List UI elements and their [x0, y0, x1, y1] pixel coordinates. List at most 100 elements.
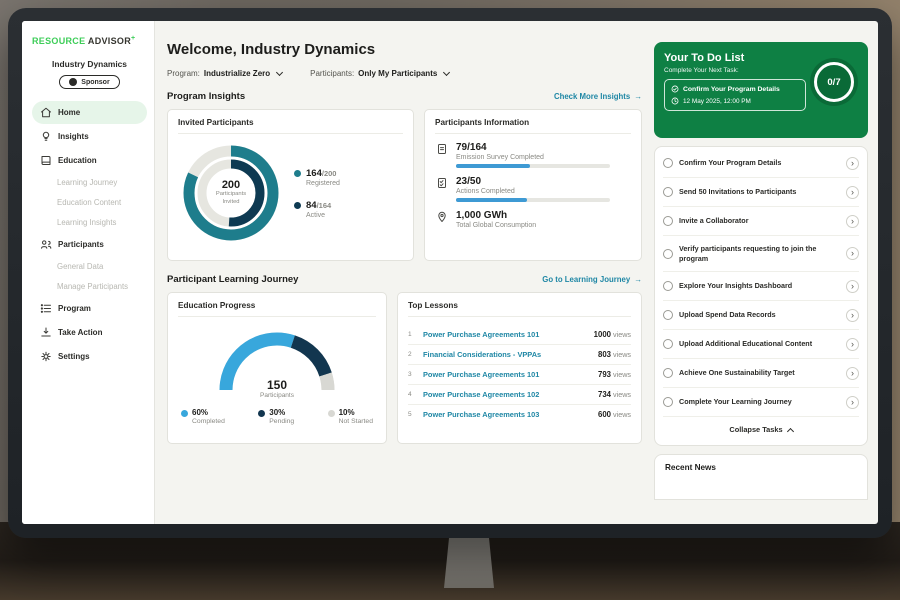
todo-task-6[interactable]: Upload Spend Data Records ›: [663, 301, 859, 330]
sidebar-item-label: Take Action: [58, 328, 102, 337]
todo-task-1[interactable]: Confirm Your Program Details ›: [663, 149, 859, 178]
program-filter-value: Industrialize Zero: [204, 69, 270, 78]
sidebar-item-label: Learning Insights: [57, 218, 116, 227]
logo-plus: +: [131, 35, 135, 42]
sidebar-item-home[interactable]: Home: [32, 101, 147, 124]
todo-task-3[interactable]: Invite a Collaborator ›: [663, 207, 859, 236]
sidebar-item-program[interactable]: Program: [32, 297, 147, 320]
views-suffix: views: [613, 330, 631, 339]
task-chevron-icon[interactable]: ›: [846, 309, 859, 322]
sidebar-item-insights[interactable]: Insights: [32, 125, 147, 148]
todo-task-8[interactable]: Achieve One Sustainability Target ›: [663, 359, 859, 388]
sidebar-item-label: Learning Journey: [57, 178, 117, 187]
sidebar-item-label: Education: [58, 156, 97, 165]
logo-resource: RESOURCE: [32, 36, 85, 46]
sidebar-item-learning-journey[interactable]: Learning Journey: [32, 173, 147, 192]
top-lessons-card: Top Lessons 1 Power Purchase Agreements …: [397, 292, 642, 444]
task-chevron-icon[interactable]: ›: [846, 157, 859, 170]
progress-track: [456, 164, 610, 168]
todo-task-9[interactable]: Complete Your Learning Journey ›: [663, 388, 859, 417]
task-checkbox[interactable]: [663, 310, 673, 320]
gauge-center-label: Participants: [212, 392, 342, 399]
lesson-row[interactable]: 5 Power Purchase Agreements 103 600 view…: [408, 405, 631, 424]
task-label: Confirm Your Program Details: [679, 158, 840, 168]
task-checkbox[interactable]: [663, 281, 673, 291]
sidebar-item-education[interactable]: Education: [32, 149, 147, 172]
lesson-row[interactable]: 2 Financial Considerations - VPPAs 803 v…: [408, 345, 631, 365]
todo-task-2[interactable]: Send 50 Invitations to Participants ›: [663, 178, 859, 207]
recent-news-card: Recent News: [654, 454, 868, 500]
lesson-row[interactable]: 3 Power Purchase Agreements 101 793 view…: [408, 365, 631, 385]
lightbulb-icon: [40, 131, 52, 142]
lesson-title-link[interactable]: Power Purchase Agreements 102: [423, 390, 592, 399]
sidebar-item-education-content[interactable]: Education Content: [32, 193, 147, 212]
legend-label: Not Started: [339, 418, 373, 425]
task-checkbox[interactable]: [663, 368, 673, 378]
task-chevron-icon[interactable]: ›: [846, 186, 859, 199]
lesson-views: 803: [598, 350, 611, 359]
task-chevron-icon[interactable]: ›: [846, 280, 859, 293]
legend-value: 30%: [269, 408, 285, 417]
todo-task-7[interactable]: Upload Additional Educational Content ›: [663, 330, 859, 359]
lesson-row[interactable]: 1 Power Purchase Agreements 101 1000 vie…: [408, 325, 631, 345]
stat-value: 1,000 GWh: [456, 210, 631, 221]
sidebar-item-manage-participants[interactable]: Manage Participants: [32, 277, 147, 296]
program-filter[interactable]: Program: Industrialize Zero: [167, 69, 282, 78]
monitor-frame: RESOURCE ADVISOR+ Industry Dynamics Spon…: [8, 8, 892, 538]
collapse-tasks-button[interactable]: Collapse Tasks: [663, 417, 859, 443]
task-label: Send 50 Invitations to Participants: [679, 187, 840, 197]
sidebar-item-general-data[interactable]: General Data: [32, 257, 147, 276]
sidebar-item-label: Manage Participants: [57, 282, 128, 291]
sidebar-item-settings[interactable]: Settings: [32, 345, 147, 368]
task-chevron-icon[interactable]: ›: [846, 215, 859, 228]
task-checkbox[interactable]: [663, 249, 673, 259]
task-chevron-icon[interactable]: ›: [846, 338, 859, 351]
stat-emission-survey: 79/164 Emission Survey Completed: [435, 142, 631, 168]
lesson-row[interactable]: 4 Power Purchase Agreements 102 734 view…: [408, 385, 631, 405]
progress-track: [456, 198, 610, 202]
gauge-legend: 60% Completed 30% Pending 10% Not Starte…: [178, 408, 376, 425]
stat-label: Emission Survey Completed: [456, 154, 631, 161]
lesson-title-link[interactable]: Power Purchase Agreements 103: [423, 410, 592, 419]
stat-label: Total Global Consumption: [456, 222, 631, 229]
app-logo: RESOURCE ADVISOR+: [32, 35, 147, 46]
checklist-icon: [435, 176, 448, 202]
room-background: RESOURCE ADVISOR+ Industry Dynamics Spon…: [0, 0, 900, 600]
page-title: Welcome, Industry Dynamics: [167, 41, 642, 58]
views-suffix: views: [613, 370, 631, 379]
next-task-label: Confirm Your Program Details: [683, 86, 780, 93]
task-chevron-icon[interactable]: ›: [846, 367, 859, 380]
sidebar-item-learning-insights[interactable]: Learning Insights: [32, 213, 147, 232]
go-to-learning-journey-link[interactable]: Go to Learning Journey →: [542, 275, 642, 284]
todo-task-4[interactable]: Verify participants requesting to join t…: [663, 236, 859, 272]
task-chevron-icon[interactable]: ›: [846, 247, 859, 260]
participants-filter[interactable]: Participants: Only My Participants: [310, 69, 449, 78]
task-checkbox[interactable]: [663, 158, 673, 168]
lesson-rank: 5: [408, 411, 417, 418]
lesson-title-link[interactable]: Financial Considerations - VPPAs: [423, 350, 592, 359]
task-checkbox[interactable]: [663, 187, 673, 197]
legend-label: Active: [306, 212, 331, 219]
todo-task-5[interactable]: Explore Your Insights Dashboard ›: [663, 272, 859, 301]
participants-filter-value: Only My Participants: [358, 69, 437, 78]
legend-pending: 30% Pending: [258, 408, 294, 425]
legend-label: Pending: [269, 418, 294, 425]
next-task-box[interactable]: Confirm Your Program Details 12 May 2025…: [664, 79, 806, 111]
lesson-rank: 3: [408, 371, 417, 378]
task-checkbox[interactable]: [663, 397, 673, 407]
link-label: Go to Learning Journey: [542, 275, 630, 284]
sidebar-item-participants[interactable]: Participants: [32, 233, 147, 256]
lesson-title-link[interactable]: Power Purchase Agreements 101: [423, 330, 588, 339]
sidebar-item-take-action[interactable]: Take Action: [32, 321, 147, 344]
next-task-time: 12 May 2025, 12:00 PM: [683, 98, 751, 105]
check-circle-icon: [671, 85, 679, 93]
task-checkbox[interactable]: [663, 216, 673, 226]
clock-icon: [671, 97, 679, 105]
lesson-title-link[interactable]: Power Purchase Agreements 101: [423, 370, 592, 379]
views-suffix: views: [613, 350, 631, 359]
stat-global-consumption: 1,000 GWh Total Global Consumption: [435, 210, 631, 232]
lesson-rank: 2: [408, 351, 417, 358]
task-checkbox[interactable]: [663, 339, 673, 349]
check-more-insights-link[interactable]: Check More Insights →: [554, 92, 642, 101]
task-chevron-icon[interactable]: ›: [846, 396, 859, 409]
